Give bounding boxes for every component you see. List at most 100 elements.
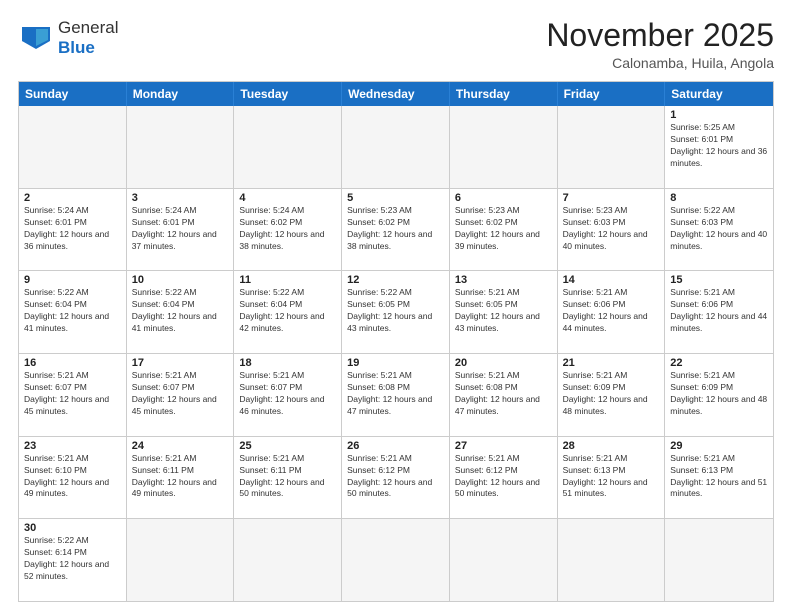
header-day-tuesday: Tuesday <box>234 82 342 106</box>
calendar-cell-30: 30Sunrise: 5:22 AM Sunset: 6:14 PM Dayli… <box>19 519 127 601</box>
day-info: Sunrise: 5:25 AM Sunset: 6:01 PM Dayligh… <box>670 122 768 170</box>
day-number: 20 <box>455 357 552 369</box>
calendar-cell-empty-0-4 <box>450 106 558 188</box>
calendar-body: 1Sunrise: 5:25 AM Sunset: 6:01 PM Daylig… <box>19 106 773 601</box>
calendar-cell-23: 23Sunrise: 5:21 AM Sunset: 6:10 PM Dayli… <box>19 437 127 519</box>
calendar-cell-7: 7Sunrise: 5:23 AM Sunset: 6:03 PM Daylig… <box>558 189 666 271</box>
calendar-cell-13: 13Sunrise: 5:21 AM Sunset: 6:05 PM Dayli… <box>450 271 558 353</box>
day-number: 17 <box>132 357 229 369</box>
header-day-sunday: Sunday <box>19 82 127 106</box>
calendar-cell-21: 21Sunrise: 5:21 AM Sunset: 6:09 PM Dayli… <box>558 354 666 436</box>
day-number: 28 <box>563 440 660 452</box>
calendar-cell-empty-0-1 <box>127 106 235 188</box>
calendar-cell-15: 15Sunrise: 5:21 AM Sunset: 6:06 PM Dayli… <box>665 271 773 353</box>
day-number: 6 <box>455 192 552 204</box>
day-info: Sunrise: 5:22 AM Sunset: 6:14 PM Dayligh… <box>24 535 121 583</box>
day-info: Sunrise: 5:21 AM Sunset: 6:12 PM Dayligh… <box>455 453 552 501</box>
calendar-week-2: 9Sunrise: 5:22 AM Sunset: 6:04 PM Daylig… <box>19 270 773 353</box>
calendar-header: SundayMondayTuesdayWednesdayThursdayFrid… <box>19 82 773 106</box>
day-info: Sunrise: 5:22 AM Sunset: 6:04 PM Dayligh… <box>132 287 229 335</box>
calendar-cell-20: 20Sunrise: 5:21 AM Sunset: 6:08 PM Dayli… <box>450 354 558 436</box>
calendar-week-1: 2 Sunrise: 5:24 AM Sunset: 6:01 PM Daylig… <box>19 188 773 271</box>
calendar-cell-empty-5-4 <box>450 519 558 601</box>
day-number: 19 <box>347 357 444 369</box>
day-number: 30 <box>24 522 121 534</box>
day-number: 5 <box>347 192 444 204</box>
day-number: 12 <box>347 274 444 286</box>
day-number: 3 <box>132 192 229 204</box>
logo-text: General Blue <box>58 18 118 58</box>
header-day-friday: Friday <box>558 82 666 106</box>
header-day-monday: Monday <box>127 82 235 106</box>
calendar-cell-6: 6Sunrise: 5:23 AM Sunset: 6:02 PM Daylig… <box>450 189 558 271</box>
calendar-cell-18: 18Sunrise: 5:21 AM Sunset: 6:07 PM Dayli… <box>234 354 342 436</box>
day-number: 7 <box>563 192 660 204</box>
header-day-wednesday: Wednesday <box>342 82 450 106</box>
day-info: Sunrise: 5:24 AM Sunset: 6:02 PM Dayligh… <box>239 205 336 253</box>
calendar-cell-22: 22Sunrise: 5:21 AM Sunset: 6:09 PM Dayli… <box>665 354 773 436</box>
day-info: Sunrise: 5:21 AM Sunset: 6:07 PM Dayligh… <box>239 370 336 418</box>
day-info: Sunrise: 5:23 AM Sunset: 6:02 PM Dayligh… <box>455 205 552 253</box>
header-day-saturday: Saturday <box>665 82 773 106</box>
day-number: 18 <box>239 357 336 369</box>
calendar-cell-24: 24Sunrise: 5:21 AM Sunset: 6:11 PM Dayli… <box>127 437 235 519</box>
day-info: Sunrise: 5:24 AM Sunset: 6:01 PM Dayligh… <box>132 205 229 253</box>
calendar-cell-3: 3Sunrise: 5:24 AM Sunset: 6:01 PM Daylig… <box>127 189 235 271</box>
day-info: Sunrise: 5:21 AM Sunset: 6:06 PM Dayligh… <box>563 287 660 335</box>
page: General Blue November 2025 Calonamba, Hu… <box>0 0 792 612</box>
calendar-cell-11: 11Sunrise: 5:22 AM Sunset: 6:04 PM Dayli… <box>234 271 342 353</box>
calendar-cell-25: 25Sunrise: 5:21 AM Sunset: 6:11 PM Dayli… <box>234 437 342 519</box>
day-info: Sunrise: 5:23 AM Sunset: 6:02 PM Dayligh… <box>347 205 444 253</box>
calendar-cell-empty-0-3 <box>342 106 450 188</box>
day-number: 2 <box>24 192 121 204</box>
calendar-week-3: 16Sunrise: 5:21 AM Sunset: 6:07 PM Dayli… <box>19 353 773 436</box>
generalblue-logo-icon <box>18 23 54 53</box>
day-info: Sunrise: 5:21 AM Sunset: 6:10 PM Dayligh… <box>24 453 121 501</box>
day-number: 1 <box>670 109 768 121</box>
location: Calonamba, Huila, Angola <box>546 55 774 71</box>
day-info: Sunrise: 5:22 AM Sunset: 6:04 PM Dayligh… <box>24 287 121 335</box>
day-number: 4 <box>239 192 336 204</box>
calendar-cell-16: 16Sunrise: 5:21 AM Sunset: 6:07 PM Dayli… <box>19 354 127 436</box>
day-number: 15 <box>670 274 768 286</box>
calendar-cell-12: 12Sunrise: 5:22 AM Sunset: 6:05 PM Dayli… <box>342 271 450 353</box>
calendar: SundayMondayTuesdayWednesdayThursdayFrid… <box>18 81 774 602</box>
calendar-cell-10: 10Sunrise: 5:22 AM Sunset: 6:04 PM Dayli… <box>127 271 235 353</box>
day-number: 26 <box>347 440 444 452</box>
calendar-cell-27: 27Sunrise: 5:21 AM Sunset: 6:12 PM Dayli… <box>450 437 558 519</box>
day-info: Sunrise: 5:21 AM Sunset: 6:06 PM Dayligh… <box>670 287 768 335</box>
day-info: Sunrise: 5:21 AM Sunset: 6:05 PM Dayligh… <box>455 287 552 335</box>
day-info: Sunrise: 5:21 AM Sunset: 6:08 PM Dayligh… <box>347 370 444 418</box>
day-number: 27 <box>455 440 552 452</box>
day-number: 24 <box>132 440 229 452</box>
calendar-cell-2: 2Sunrise: 5:24 AM Sunset: 6:01 PM Daylig… <box>19 189 127 271</box>
month-title: November 2025 <box>546 18 774 53</box>
calendar-cell-26: 26Sunrise: 5:21 AM Sunset: 6:12 PM Dayli… <box>342 437 450 519</box>
day-number: 8 <box>670 192 768 204</box>
calendar-cell-28: 28Sunrise: 5:21 AM Sunset: 6:13 PM Dayli… <box>558 437 666 519</box>
day-info: Sunrise: 5:21 AM Sunset: 6:13 PM Dayligh… <box>563 453 660 501</box>
calendar-cell-4: 4Sunrise: 5:24 AM Sunset: 6:02 PM Daylig… <box>234 189 342 271</box>
day-info: Sunrise: 5:22 AM Sunset: 6:04 PM Dayligh… <box>239 287 336 335</box>
day-info: Sunrise: 5:21 AM Sunset: 6:07 PM Dayligh… <box>24 370 121 418</box>
calendar-cell-empty-0-5 <box>558 106 666 188</box>
day-number: 23 <box>24 440 121 452</box>
header: General Blue November 2025 Calonamba, Hu… <box>18 18 774 71</box>
day-info: Sunrise: 5:21 AM Sunset: 6:09 PM Dayligh… <box>670 370 768 418</box>
day-number: 10 <box>132 274 229 286</box>
day-info: Sunrise: 5:22 AM Sunset: 6:05 PM Dayligh… <box>347 287 444 335</box>
calendar-cell-29: 29Sunrise: 5:21 AM Sunset: 6:13 PM Dayli… <box>665 437 773 519</box>
calendar-week-5: 30Sunrise: 5:22 AM Sunset: 6:14 PM Dayli… <box>19 518 773 601</box>
day-info: Sunrise: 5:21 AM Sunset: 6:07 PM Dayligh… <box>132 370 229 418</box>
day-info: Sunrise: 5:21 AM Sunset: 6:08 PM Dayligh… <box>455 370 552 418</box>
calendar-cell-empty-5-5 <box>558 519 666 601</box>
calendar-cell-empty-0-2 <box>234 106 342 188</box>
day-number: 21 <box>563 357 660 369</box>
calendar-cell-empty-5-2 <box>234 519 342 601</box>
calendar-cell-1: 1Sunrise: 5:25 AM Sunset: 6:01 PM Daylig… <box>665 106 773 188</box>
day-info: Sunrise: 5:21 AM Sunset: 6:11 PM Dayligh… <box>239 453 336 501</box>
title-block: November 2025 Calonamba, Huila, Angola <box>546 18 774 71</box>
calendar-cell-9: 9Sunrise: 5:22 AM Sunset: 6:04 PM Daylig… <box>19 271 127 353</box>
day-info: Sunrise: 5:21 AM Sunset: 6:12 PM Dayligh… <box>347 453 444 501</box>
calendar-cell-19: 19Sunrise: 5:21 AM Sunset: 6:08 PM Dayli… <box>342 354 450 436</box>
